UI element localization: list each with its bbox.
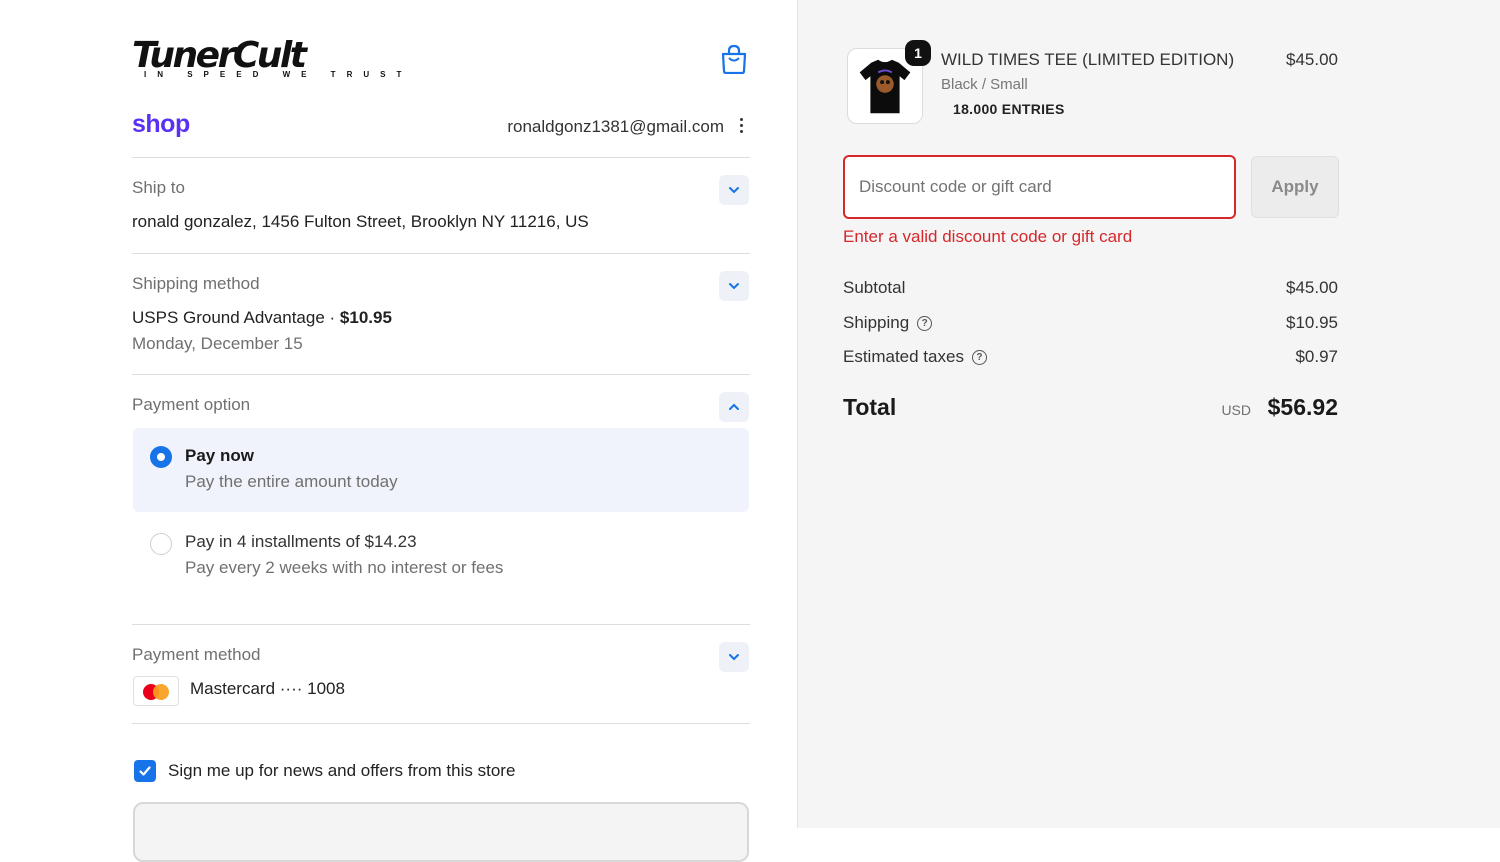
- shopping-bag-icon[interactable]: [720, 44, 748, 75]
- shipping-label: Shipping ?: [843, 313, 933, 333]
- shipping-method-label: Shipping method: [132, 274, 260, 293]
- shipping-value: $10.95: [1286, 313, 1338, 332]
- divider: [132, 253, 750, 254]
- product-price: $45.00: [1286, 50, 1338, 69]
- store-logo-wordmark: TunerCult: [132, 35, 307, 76]
- payment-option-collapse-button[interactable]: [719, 392, 749, 422]
- divider: [132, 157, 750, 158]
- taxes-value: $0.97: [1295, 347, 1338, 366]
- divider: [132, 374, 750, 375]
- account-email: ronaldgonz1381@gmail.com: [507, 117, 724, 136]
- shipping-method-price: $10.95: [339, 308, 392, 327]
- product-entries-note: 18.000 ENTRIES: [953, 101, 1065, 117]
- shop-pay-logo: shop: [132, 110, 190, 138]
- subtotal-label: Subtotal: [843, 278, 906, 297]
- shipping-method-expand-button[interactable]: [719, 271, 749, 301]
- installments-radio[interactable]: [150, 533, 172, 555]
- divider: [132, 624, 750, 625]
- chevron-up-icon: [729, 403, 739, 410]
- quantity-badge: 1: [905, 40, 931, 66]
- chevron-down-icon: [729, 654, 739, 661]
- divider: [132, 723, 750, 724]
- payment-option-label: Payment option: [132, 395, 251, 414]
- ship-to-address: ronald gonzalez, 1456 Fulton Street, Bro…: [132, 212, 589, 231]
- pay-now-subtitle: Pay the entire amount today: [185, 472, 398, 491]
- installments-title[interactable]: Pay in 4 installments of $14.23: [185, 532, 417, 552]
- product-variant: Black / Small: [941, 76, 1028, 93]
- taxes-label: Estimated taxes ?: [843, 347, 987, 367]
- total-label: Total: [843, 394, 897, 420]
- shipping-method-value: USPS Ground Advantage · $10.95: [132, 308, 392, 328]
- total-currency: USD: [1221, 402, 1251, 418]
- store-logo[interactable]: TunerCult IN SPEED WE TRUST: [132, 35, 401, 82]
- taxes-help-icon[interactable]: ?: [971, 349, 987, 365]
- newsletter-label[interactable]: Sign me up for news and offers from this…: [168, 761, 515, 781]
- checkmark-icon: [139, 766, 151, 776]
- total-value: $56.92: [1267, 394, 1338, 420]
- more-options-icon[interactable]: [740, 118, 744, 136]
- payment-method-expand-button[interactable]: [719, 642, 749, 672]
- subtotal-value: $45.00: [1286, 278, 1338, 297]
- chevron-down-icon: [729, 187, 739, 194]
- checkout-form-panel: TunerCult IN SPEED WE TRUST shop ronaldg…: [0, 0, 797, 862]
- discount-error-message: Enter a valid discount code or gift card: [843, 227, 1133, 246]
- shipping-method-name: USPS Ground Advantage ·: [132, 308, 336, 327]
- ship-to-label: Ship to: [132, 178, 185, 197]
- payment-method-label: Payment method: [132, 645, 261, 664]
- pay-now-title: Pay now: [185, 446, 254, 465]
- chevron-down-icon: [729, 283, 739, 290]
- store-logo-tagline: IN SPEED WE TRUST: [144, 70, 413, 79]
- discount-code-input[interactable]: [843, 155, 1236, 219]
- ship-to-expand-button[interactable]: [719, 175, 749, 205]
- shipping-delivery-date: Monday, December 15: [132, 334, 303, 353]
- complete-order-button[interactable]: [133, 802, 749, 862]
- apply-discount-button[interactable]: Apply: [1251, 156, 1339, 218]
- newsletter-checkbox[interactable]: [134, 760, 156, 782]
- payment-card-label: Mastercard ···· 1008: [190, 679, 345, 698]
- installments-subtitle: Pay every 2 weeks with no interest or fe…: [185, 558, 504, 577]
- product-name: WILD TIMES TEE (LIMITED EDITION): [941, 50, 1235, 69]
- shop-pay-account-row: shop ronaldgonz1381@gmail.com: [132, 110, 750, 142]
- pay-now-radio[interactable]: [150, 446, 172, 468]
- shipping-help-icon[interactable]: ?: [917, 315, 933, 331]
- mastercard-icon: [133, 676, 179, 706]
- pay-now-option[interactable]: [133, 428, 749, 512]
